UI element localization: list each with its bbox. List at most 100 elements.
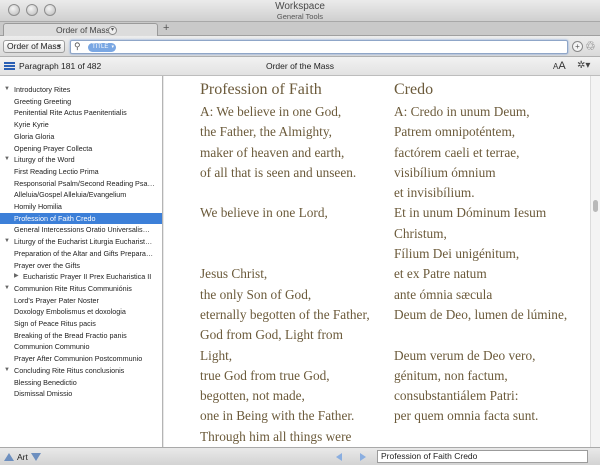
english-text-line: begotten, not made, [200,388,305,404]
toc-item[interactable]: Prayer over the Gifts [0,260,162,272]
toc-item-label: Liturgy of the Word [14,155,75,165]
toc-item[interactable]: Opening Prayer Collecta [0,143,162,155]
toc-item[interactable]: Breaking of the Bread Fractio panis [0,330,162,342]
window-title: Workspace [275,1,325,12]
latin-column: Credo A: Credo in unum Deum, Patrem omnip… [394,76,590,427]
toc-item[interactable]: Profession of Faith Credo [0,212,162,225]
toc-item-label: Breaking of the Bread Fractio panis [14,330,127,340]
toc-item-label: Blessing Benedictio [14,377,77,387]
search-input[interactable]: ⚲ TITLE ▾ [70,40,568,54]
back-arrow-icon[interactable] [336,453,342,461]
toc-item-label: Prayer over the Gifts [14,260,80,270]
recycle-icon[interactable]: ♲ [585,39,596,53]
location-field[interactable]: Profession of Faith Credo [377,450,588,463]
disclosure-triangle-expanded-icon[interactable]: ▼ [4,283,10,295]
toc-item[interactable]: Gloria Gloria [0,131,162,143]
latin-text-line: consubstantiálem Patri: [394,388,519,404]
search-icon[interactable]: ⚲ [74,41,81,52]
toc-item[interactable]: Doxology Embolismus et doxologia [0,306,162,318]
english-text-line: one in Being with the Father. [200,408,355,424]
toc-item[interactable]: Responsorial Psalm/Second Reading Psa… [0,178,162,190]
toc-item[interactable]: First Reading Lectio Prima [0,166,162,178]
english-text-line: true God from true God, [200,367,330,383]
toc-item[interactable]: Blessing Benedictio [0,377,162,389]
add-tab-icon[interactable]: + [163,22,169,34]
toc-item[interactable]: ▼ Liturgy of the Eucharist Liturgia Eucha… [0,236,162,248]
search-field-type-pill[interactable]: TITLE ▾ [88,43,116,52]
latin-text-line [394,325,590,345]
toc-item-label: Liturgy of the Eucharist Liturgia Euchar… [14,237,153,247]
toc-item[interactable]: Homily Homilia [0,201,162,213]
latin-text-line: Patrem omnipoténtem, [394,124,516,140]
info-bar: Paragraph 181 of 482 Order of the Mass A… [0,57,600,76]
latin-text-line: A: Credo in unum Deum, [394,104,530,119]
english-text-line: Jesus Christ, [200,266,268,282]
toc-item[interactable]: Lord's Prayer Pater Noster [0,295,162,307]
toc-item-label: Communion Communio [14,342,90,352]
toc-item-label: Lord's Prayer Pater Noster [14,295,99,305]
toc-item-label: Alleluia/Gospel Alleluia/Evangelium [14,190,127,200]
toc-item[interactable]: Alleluia/Gospel Alleluia/Evangelium [0,189,162,201]
english-text-line: eternally begotten of the Father, [200,306,370,322]
toc-item[interactable]: Prayer After Communion Postcommunio [0,353,162,365]
toc-item[interactable]: Dismissal Dmissio [0,388,162,400]
gear-icon[interactable]: ✲▾ [577,60,590,71]
chevron-down-icon: ▾ [111,44,114,50]
latin-text-line: Deum verum de Deo vero, [394,347,536,363]
latin-text-line: et ex Patre natum [394,266,487,282]
toc-item[interactable]: ▶ Eucharistic Prayer II Prex Eucharistica… [0,271,162,283]
english-text-line [200,183,378,203]
previous-section-icon[interactable] [4,453,14,461]
toc-item[interactable]: Sign of Peace Ritus pacis [0,318,162,330]
section-label: Art [17,452,28,462]
toc-item[interactable]: ▼ Introductory Rites [0,84,162,96]
disclosure-triangle-expanded-icon[interactable]: ▼ [4,84,10,96]
toc-item[interactable]: Penitential Rite Actus Paenitentialis [0,107,162,119]
toc-item[interactable]: ▼ Communion Rite Ritus Communiónis [0,283,162,295]
window-titlebar: Workspace General Tools [0,0,600,22]
toc-item[interactable]: General Intercessions Oratio Universalis… [0,224,162,236]
english-text-line [200,224,378,244]
english-text-line: A: We believe in one God, [200,104,342,119]
scrollbar-thumb[interactable] [593,200,598,212]
latin-text-line: per quem omnia facta sunt. [394,408,539,424]
reader-pane: Profession of Faith A: We believe in one… [164,76,590,447]
font-size-control[interactable]: AA [553,60,566,72]
add-icon[interactable]: + [572,41,583,52]
toc-item[interactable]: Kyrie Kyrie [0,119,162,131]
forward-arrow-icon[interactable] [360,453,366,461]
toc-item-label: Penitential Rite Actus Paenitentialis [14,108,127,118]
window-subtitle: General Tools [276,12,324,21]
next-section-icon[interactable] [31,453,41,461]
toc-item[interactable]: Preparation of the Altar and Gifts Prepa… [0,248,162,260]
toolbar: Order of Mass ▾ ⚲ TITLE ▾ + ♲ [0,36,600,57]
search-field-type-label: TITLE [92,44,109,50]
toc-item-label: Communion Rite Ritus Communiónis [14,283,132,293]
tab-menu-chevron-icon[interactable]: ▾ [108,26,117,35]
english-text-line [200,244,378,264]
tab-order-of-mass[interactable]: Order of Mass ▾ [3,23,158,36]
toc-item[interactable]: ▼ Liturgy of the Word [0,154,162,166]
reader-scrollbar[interactable] [590,76,600,447]
latin-text-line: Deum de Deo, lumen de lúmine, [394,306,568,322]
disclosure-triangle-expanded-icon[interactable]: ▼ [4,365,10,377]
toc-item[interactable]: Greeting Greeting [0,96,162,108]
toc-sidebar: ▼ Introductory Rites Greeting Greeting Peni… [0,76,163,447]
toc-item-label: Introductory Rites [14,85,71,94]
document-heading: Order of the Mass [265,61,335,71]
disclosure-triangle-expanded-icon[interactable]: ▼ [4,236,10,248]
disclosure-triangle-collapsed-icon[interactable]: ▶ [14,271,19,283]
english-text-line: Through him all things were [200,428,352,444]
toc-item-label: Responsorial Psalm/Second Reading Psa… [14,178,155,188]
toc-item-label: Homily Homilia [14,202,62,211]
english-text-line: of all that is seen and unseen. [200,164,357,180]
latin-text-line: génitum, non factum, [394,367,508,383]
toc-item[interactable]: Communion Communio [0,341,162,353]
english-heading: Profession of Faith [200,81,322,98]
disclosure-triangle-expanded-icon[interactable]: ▼ [4,154,10,166]
chevron-down-icon: ▾ [57,43,61,50]
document-select[interactable]: Order of Mass ▾ [3,40,65,53]
english-text-line: Light, [200,347,233,363]
tab-label: Order of Mass [56,25,110,35]
toc-item[interactable]: ▼ Concluding Rite Ritus conclusionis [0,365,162,377]
